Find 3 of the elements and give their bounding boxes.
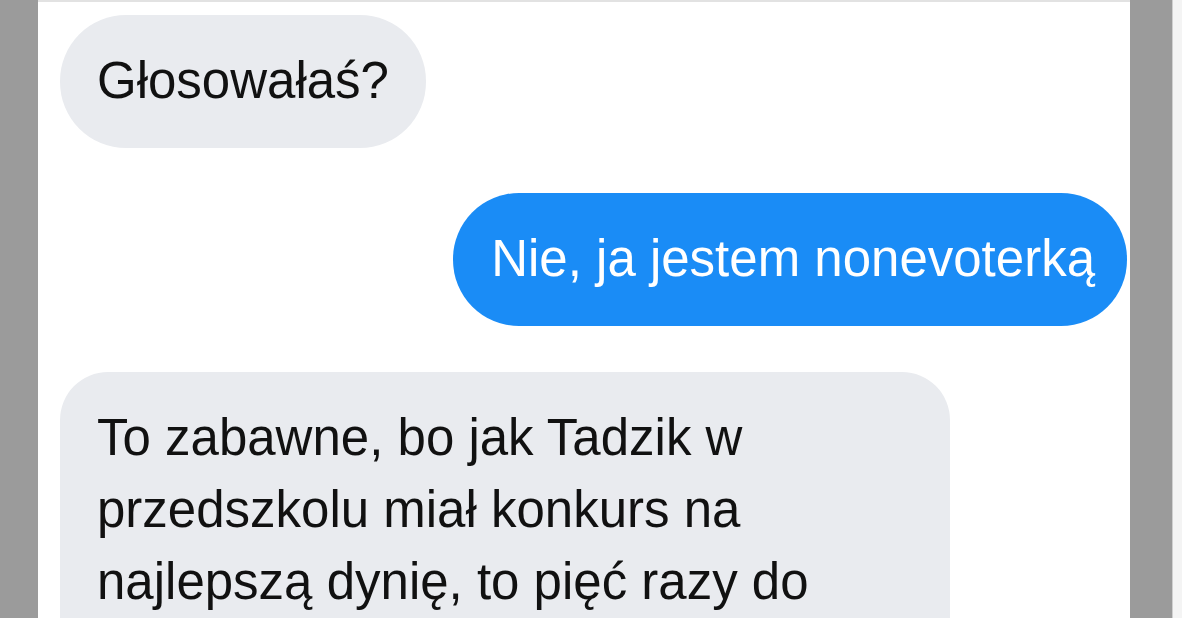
message-bubble: To zabawne, bo jak Tadzik w przedszkolu miał konkurs na najlepszą dynię, to pięć razy do — [60, 372, 950, 618]
message-bubble: Głosowałaś? — [60, 15, 426, 148]
message-bubble: Nie, ja jestem nonevoterką — [453, 193, 1127, 326]
